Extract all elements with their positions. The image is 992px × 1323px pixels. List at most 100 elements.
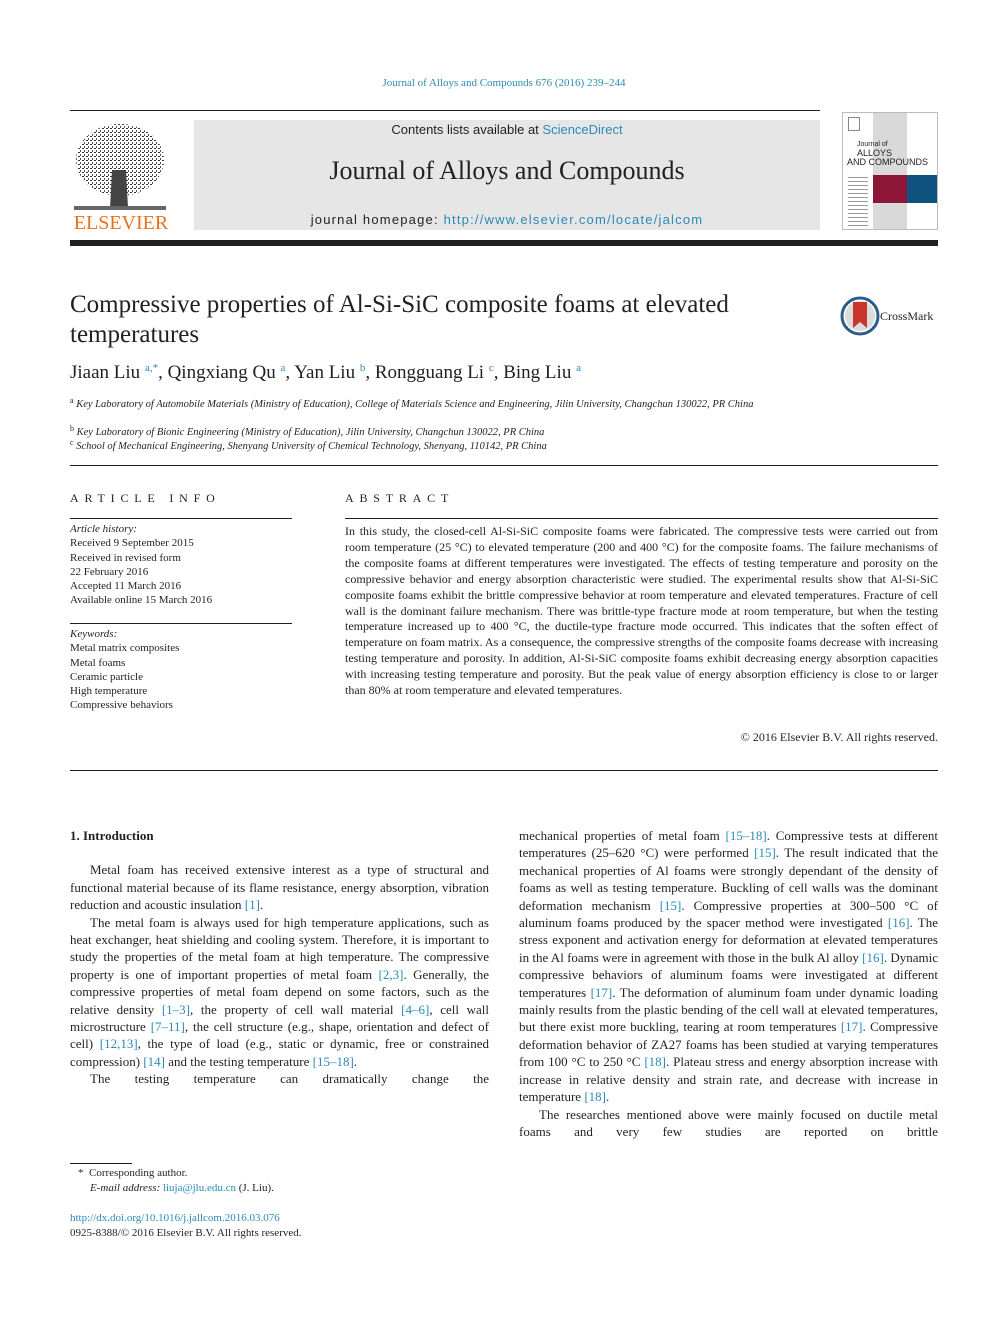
citation-link[interactable]: [7–11] [151,1019,185,1034]
citation-link[interactable]: [17] [591,985,613,1000]
citation-link[interactable]: [16] [888,915,910,930]
crossmark-label[interactable]: CrossMark [880,309,933,324]
author-name[interactable]: Jiaan Liu [70,362,140,383]
history-item: Received in revised form [70,551,181,564]
affiliation-text: Key Laboratory of Automobile Materials (… [76,399,754,410]
crossmark-badge-icon[interactable] [840,296,880,336]
citation-link[interactable]: [15–18] [726,828,767,843]
corresponding-text: Corresponding author. [89,1167,188,1179]
doi-block: http://dx.doi.org/10.1016/j.jallcom.2016… [70,1211,302,1241]
journal-homepage-link[interactable]: http://www.elsevier.com/locate/jalcom [444,212,704,227]
text: and the testing temperature [164,1053,313,1069]
author-affil-sup[interactable]: c [489,362,494,374]
issn-copyright: 0925-8388/© 2016 Elsevier B.V. All right… [70,1227,302,1239]
cover-contents-lines [848,177,868,227]
cover-gray-band [873,113,907,229]
author-affil-sup[interactable]: b [360,362,366,374]
section-heading-introduction: 1. Introduction [70,828,154,843]
citation-link[interactable]: [15–18] [313,1054,354,1069]
email-label: E-mail address: [90,1182,163,1194]
contents-prefix: Contents lists available at [391,122,543,137]
author-affil-sup[interactable]: a [281,362,286,374]
keyword-item: Compressive behaviors [70,699,173,712]
author-name[interactable]: Yan Liu [294,362,355,383]
paragraph: The researches mentioned above were main… [519,1106,938,1139]
contents-line: Contents lists available at ScienceDirec… [194,122,820,137]
citation-link[interactable]: [4–6] [401,1002,429,1017]
cover-blue-block [907,175,937,203]
history-item: Accepted 11 March 2016 [70,580,182,593]
abstract-heading: ABSTRACT [345,491,455,505]
author-name[interactable]: Qingxiang Qu [168,362,276,383]
cover-elsevier-mark [848,117,860,131]
keywords: Keywords: Metal matrix composites Metal … [70,627,179,713]
history-item: Available online 15 March 2016 [70,594,213,607]
footnote: * Corresponding author. E-mail address: … [78,1166,274,1196]
affiliation-key: a [70,396,74,405]
footnote-star: * [78,1167,84,1179]
citation-link[interactable]: [1] [245,897,260,912]
affiliation-text: School of Mechanical Engineering, Shenya… [76,441,547,452]
keyword-item: Ceramic particle [70,670,143,683]
keywords-label: Keywords: [70,628,118,640]
divider [70,623,292,624]
article-info-heading: ARTICLE INFO [70,491,221,505]
author-name[interactable]: Bing Liu [503,362,571,383]
author-name[interactable]: Rongguang Li [375,362,484,383]
abstract-body: In this study, the closed-cell Al-Si-SiC… [345,524,938,698]
citation-link[interactable]: [2,3] [379,967,404,982]
footnote-rule [70,1163,132,1164]
article-history-label: Article history: [70,523,137,535]
journal-banner: Contents lists available at ScienceDirec… [194,120,820,230]
citation-link[interactable]: [1–3] [162,1002,190,1017]
journal-homepage-line: journal homepage: http://www.elsevier.co… [194,212,820,227]
doi-link[interactable]: http://dx.doi.org/10.1016/j.jallcom.2016… [70,1212,280,1224]
sciencedirect-link[interactable]: ScienceDirect [542,122,622,137]
citation-link[interactable]: [17] [841,1019,863,1034]
article-history: Article history: Received 9 September 20… [70,522,212,608]
journal-name: Journal of Alloys and Compounds [329,156,685,185]
citation-link[interactable]: [15] [660,898,682,913]
text: , the property of cell wall material [189,1001,402,1017]
email-link[interactable]: liuja@jlu.edu.cn [163,1182,236,1194]
cover-and-compounds: AND COMPOUNDS [847,157,929,167]
email-line: E-mail address: liuja@jlu.edu.cn (J. Liu… [78,1181,274,1196]
author-affil-sup[interactable]: a [576,362,581,374]
header-thick-rule [70,240,938,246]
text: . [606,1089,610,1105]
citation-link[interactable]: [12,13] [100,1036,138,1051]
keyword-item: Metal foams [70,656,126,669]
cover-red-block [873,175,907,203]
affiliation-key: b [70,424,74,433]
author-affil-sup[interactable]: a,* [145,362,158,374]
running-head-citation[interactable]: Journal of Alloys and Compounds 676 (201… [0,77,992,89]
corresponding-author-note: * Corresponding author. [78,1166,274,1181]
author-list: Jiaan Liu a,*, Qingxiang Qu a, Yan Liu b… [70,362,581,383]
article-title: Compressive properties of Al-Si-SiC comp… [70,291,729,348]
affiliation-a: a Key Laboratory of Automobile Materials… [70,394,815,412]
text: . [259,897,264,913]
header-top-rule [70,110,820,111]
text: mechanical properties of metal foam [519,828,726,843]
divider [70,518,292,519]
text: Metal foam has received extensive intere… [70,862,489,913]
paragraph: The testing temperature can dramatically… [90,1071,489,1087]
homepage-prefix: journal homepage: [310,212,444,227]
body-column-right: mechanical properties of metal foam [15–… [519,827,938,1140]
citation-link[interactable]: [15] [754,845,776,860]
citation-link[interactable]: [18] [644,1054,666,1069]
text: . [353,1053,358,1069]
divider [70,770,938,771]
citation-link[interactable]: [16] [862,950,884,965]
citation-link[interactable]: [18] [584,1089,606,1104]
citation-link[interactable]: [14] [143,1054,165,1069]
body-column-left: 1. Introduction Metal foam has received … [70,827,489,1088]
abstract-copyright: © 2016 Elsevier B.V. All rights reserved… [740,730,938,744]
divider [70,465,938,466]
affiliation-c: c School of Mechanical Engineering, Shen… [70,436,815,454]
history-item: Received 9 September 2015 [70,537,194,550]
keyword-item: Metal matrix composites [70,642,180,655]
elsevier-wordmark: ELSEVIER [73,212,169,234]
history-item: 22 February 2016 [70,565,149,578]
paragraph: Metal foam has received extensive intere… [70,861,489,913]
